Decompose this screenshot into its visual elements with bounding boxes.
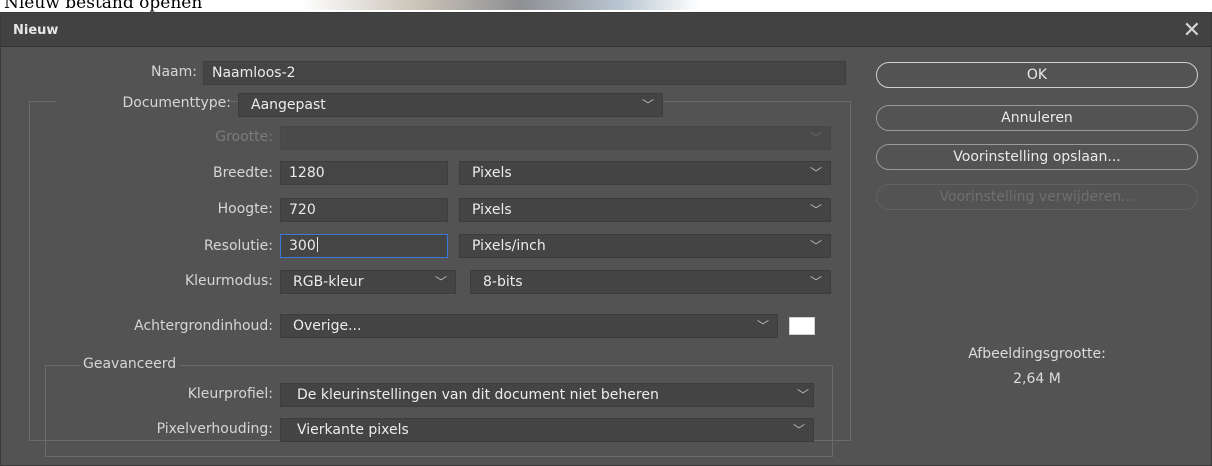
delete-preset-button[interactable]: Voorinstelling verwijderen... xyxy=(876,184,1198,210)
resolutie-unit-select[interactable]: Pixels/inch ﹀ xyxy=(459,234,831,258)
new-document-dialog: Nieuw ✕ Naam: Naamloos-2 Documenttype: A… xyxy=(0,12,1212,466)
kleurmodus-value: RGB-kleur xyxy=(293,274,364,290)
achtergrond-value: Overige... xyxy=(293,318,362,334)
achtergrond-select[interactable]: Overige... ﹀ xyxy=(280,314,778,338)
image-size-label: Afbeeldingsgrootte: xyxy=(968,346,1106,362)
chevron-down-icon: ﹀ xyxy=(809,131,822,145)
grootte-select[interactable]: ﹀ xyxy=(280,126,831,150)
resolutie-value: 300 xyxy=(289,238,316,254)
chevron-down-icon: ﹀ xyxy=(756,319,769,333)
resolutie-label: Resolutie: xyxy=(203,238,273,254)
chevron-down-icon: ﹀ xyxy=(809,166,822,180)
kleurprofiel-value: De kleurinstellingen van dit document ni… xyxy=(297,387,659,403)
resolutie-unit-value: Pixels/inch xyxy=(472,238,546,254)
documenttype-value: Aangepast xyxy=(251,97,326,113)
chevron-down-icon: ﹀ xyxy=(641,98,654,112)
hoogte-unit-value: Pixels xyxy=(472,202,512,218)
kleurmodus-select[interactable]: RGB-kleur ﹀ xyxy=(280,270,456,294)
resolutie-input[interactable]: 300 xyxy=(280,234,448,258)
chevron-down-icon: ﹀ xyxy=(809,275,822,289)
kleurprofiel-select[interactable]: De kleurinstellingen van dit document ni… xyxy=(280,383,814,407)
chevron-down-icon: ﹀ xyxy=(809,203,822,217)
background-image-strip xyxy=(300,0,700,10)
cancel-button[interactable]: Annuleren xyxy=(876,105,1198,131)
chevron-down-icon: ﹀ xyxy=(434,275,447,289)
naam-input[interactable]: Naamloos-2 xyxy=(203,61,846,85)
breedte-label: Breedte: xyxy=(213,165,273,181)
hoogte-input[interactable]: 720 xyxy=(280,198,448,222)
advanced-legend: Geavanceerd xyxy=(79,356,181,372)
breedte-unit-select[interactable]: Pixels ﹀ xyxy=(459,161,831,185)
ok-button[interactable]: OK xyxy=(876,62,1198,88)
pixelverhouding-select[interactable]: Vierkante pixels ﹀ xyxy=(280,418,814,442)
grootte-label: Grootte: xyxy=(215,129,273,145)
bitdepth-value: 8-bits xyxy=(483,274,523,290)
dialog-title: Nieuw xyxy=(13,23,59,38)
pixelverhouding-value: Vierkante pixels xyxy=(297,422,409,438)
bitdepth-select[interactable]: 8-bits ﹀ xyxy=(470,270,831,294)
documenttype-select[interactable]: Aangepast ﹀ xyxy=(238,93,663,117)
chevron-down-icon: ﹀ xyxy=(809,239,822,253)
background-color-swatch[interactable] xyxy=(789,317,815,335)
kleurprofiel-label: Kleurprofiel: xyxy=(187,386,273,402)
chevron-down-icon: ﹀ xyxy=(792,423,805,437)
breedte-input[interactable]: 1280 xyxy=(280,161,448,185)
image-size-value: 2,64 M xyxy=(1013,371,1061,387)
naam-label: Naam: xyxy=(151,64,197,80)
kleurmodus-label: Kleurmodus: xyxy=(184,273,273,289)
text-caret xyxy=(316,237,318,252)
hoogte-unit-select[interactable]: Pixels ﹀ xyxy=(459,198,831,222)
documenttype-label: Documenttype: xyxy=(55,95,231,111)
dialog-titlebar: Nieuw ✕ xyxy=(1,13,1211,47)
save-preset-button[interactable]: Voorinstelling opslaan... xyxy=(876,144,1198,170)
pixelverhouding-label: Pixelverhouding: xyxy=(156,421,273,437)
chevron-down-icon: ﹀ xyxy=(796,388,809,402)
achtergrond-label: Achtergrondinhoud: xyxy=(134,318,273,334)
close-icon[interactable]: ✕ xyxy=(1183,18,1201,43)
advanced-group xyxy=(45,365,833,457)
breedte-unit-value: Pixels xyxy=(472,165,512,181)
hoogte-label: Hoogte: xyxy=(217,201,273,217)
